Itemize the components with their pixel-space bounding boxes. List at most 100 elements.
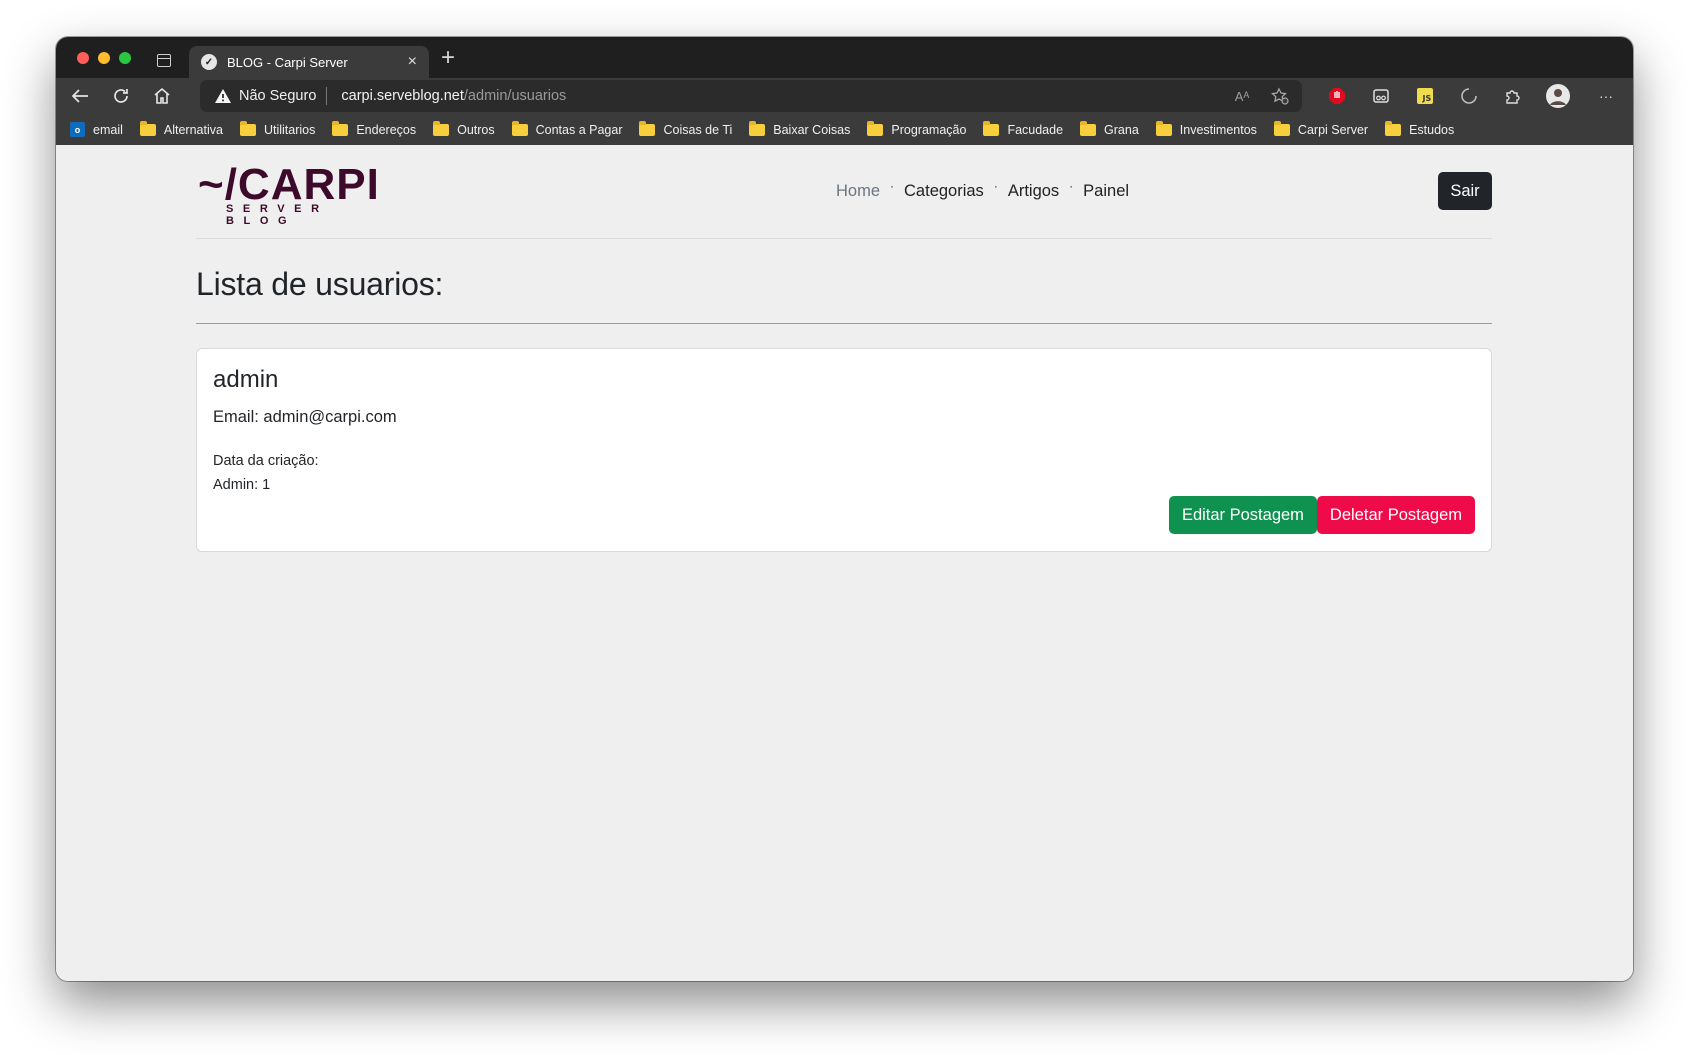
bookmark-label: Estudos — [1409, 122, 1455, 137]
outlook-icon: o — [70, 122, 85, 137]
logo-tagline: SERVER BLOG — [226, 203, 329, 227]
site-header: ~/CARPI SERVER BLOG Home · Categorias · … — [196, 145, 1492, 239]
address-bar[interactable]: Não Seguro carpi.serveblog.net/admin/usu… — [200, 80, 1302, 112]
add-favorite-icon[interactable] — [1270, 86, 1290, 106]
bookmark-folder[interactable]: Investimentos — [1155, 120, 1257, 137]
tab-strip: ✓ BLOG - Carpi Server × + — [56, 37, 1633, 78]
bookmark-folder[interactable]: Facudade — [983, 120, 1064, 137]
bookmark-label: Alternativa — [163, 122, 223, 137]
bookmark-label: Baixar Coisas — [773, 122, 851, 137]
logout-button[interactable]: Sair — [1438, 172, 1492, 210]
bookmark-label: Investimentos — [1179, 122, 1257, 137]
bookmark-label: Coisas de Ti — [663, 122, 733, 137]
bookmark-folder[interactable]: Alternativa — [139, 120, 223, 137]
folder-icon — [983, 120, 1000, 136]
bookmark-label: Endereços — [356, 122, 417, 137]
security-label[interactable]: Não Seguro — [239, 88, 316, 104]
folder-icon — [1080, 120, 1097, 136]
folder-icon — [332, 120, 349, 136]
page-title: Lista de usuarios: — [196, 266, 444, 302]
nav-separator: · — [890, 178, 895, 193]
maximize-window-button[interactable] — [119, 52, 131, 64]
bookmark-folder[interactable]: Carpi Server — [1273, 120, 1369, 137]
folder-icon — [1155, 120, 1172, 136]
site-logo[interactable]: ~/CARPI SERVER BLOG — [198, 160, 388, 228]
tab-actions-icon[interactable] — [157, 54, 171, 67]
edit-button[interactable]: Editar Postagem — [1168, 496, 1317, 534]
page-content: ~/CARPI SERVER BLOG Home · Categorias · … — [56, 145, 1633, 981]
bookmark-folder[interactable]: Grana — [1080, 120, 1139, 137]
nav-categorias-link[interactable]: Categorias — [904, 182, 984, 201]
delete-button[interactable]: Deletar Postagem — [1316, 496, 1475, 534]
logo-wordmark: ~/CARPI — [198, 160, 380, 209]
browser-menu-icon[interactable]: ··· — [1596, 86, 1616, 106]
bookmark-label: Grana — [1104, 122, 1139, 137]
browser-window: ✓ BLOG - Carpi Server × + Não Seguro car… — [56, 37, 1633, 981]
window-controls — [77, 52, 131, 64]
bookmark-folder[interactable]: Contas a Pagar — [511, 120, 622, 137]
url-host: carpi.serveblog.net — [341, 88, 464, 104]
js-extension-icon[interactable]: JS — [1415, 86, 1435, 106]
bookmark-label: Outros — [457, 122, 495, 137]
bookmark-folder[interactable]: Programação — [867, 120, 967, 137]
reader-extension-icon[interactable] — [1371, 86, 1391, 106]
bookmark-folder[interactable]: Outros — [433, 120, 495, 137]
warning-icon — [214, 88, 232, 104]
adblock-extension-icon[interactable] — [1327, 86, 1347, 106]
new-tab-button[interactable]: + — [436, 46, 460, 70]
tab-title: BLOG - Carpi Server — [227, 54, 348, 70]
browser-toolbar: Não Seguro carpi.serveblog.net/admin/usu… — [56, 78, 1633, 114]
bookmark-folder[interactable]: Estudos — [1385, 120, 1455, 137]
user-created-date: Data da criação: — [213, 453, 319, 469]
close-window-button[interactable] — [77, 52, 89, 64]
title-divider — [196, 323, 1492, 324]
user-name: admin — [213, 366, 279, 393]
bookmark-label: Carpi Server — [1297, 122, 1369, 137]
refresh-icon[interactable] — [109, 84, 133, 108]
sync-extension-icon[interactable] — [1459, 86, 1479, 106]
bookmark-email[interactable]: o email — [70, 122, 123, 137]
extensions-puzzle-icon[interactable] — [1503, 86, 1523, 106]
tab-active[interactable]: ✓ BLOG - Carpi Server × — [189, 46, 429, 78]
svg-text:JS: JS — [1422, 94, 1432, 103]
bookmark-folder[interactable]: Endereços — [332, 120, 417, 137]
nav-painel-link[interactable]: Painel — [1083, 182, 1129, 201]
nav-separator: · — [993, 178, 998, 193]
main-nav: Home · Categorias · Artigos · Painel — [836, 178, 1129, 201]
address-bar-actions: Aᴬ — [1232, 86, 1290, 106]
bookmark-label: email — [93, 122, 123, 137]
folder-icon — [1385, 120, 1402, 136]
bookmarks-bar: o email Alternativa Utilitarios Endereço… — [56, 114, 1633, 145]
url-path: /admin/usuarios — [463, 88, 567, 104]
folder-icon — [239, 120, 256, 136]
page-container: ~/CARPI SERVER BLOG Home · Categorias · … — [196, 145, 1492, 552]
tab-close-icon[interactable]: × — [408, 54, 417, 70]
profile-avatar[interactable] — [1546, 84, 1570, 108]
user-email: Email: admin@carpi.com — [213, 408, 397, 426]
folder-icon — [433, 120, 450, 136]
user-meta: Data da criação: Admin: 1 — [213, 449, 1475, 497]
folder-icon — [511, 120, 528, 136]
nav-artigos-link[interactable]: Artigos — [1008, 182, 1059, 201]
bookmark-label: Programação — [891, 122, 967, 137]
nav-home-link[interactable]: Home — [836, 182, 880, 201]
folder-icon — [139, 120, 156, 136]
bookmark-folder[interactable]: Baixar Coisas — [749, 120, 851, 137]
bookmark-folder[interactable]: Coisas de Ti — [639, 120, 733, 137]
read-aloud-icon[interactable]: Aᴬ — [1232, 86, 1252, 106]
home-icon[interactable] — [150, 84, 174, 108]
address-divider — [326, 87, 328, 105]
folder-icon — [639, 120, 656, 136]
user-card: admin Email: admin@carpi.com Data da cri… — [196, 348, 1492, 552]
folder-icon — [1273, 120, 1290, 136]
folder-icon — [749, 120, 766, 136]
bookmark-label: Utilitarios — [263, 122, 316, 137]
nav-separator: · — [1069, 178, 1074, 193]
folder-icon — [867, 120, 884, 136]
bookmark-label: Facudade — [1007, 122, 1064, 137]
bookmark-folder[interactable]: Utilitarios — [239, 120, 316, 137]
back-arrow-icon[interactable] — [68, 84, 92, 108]
user-admin-flag: Admin: 1 — [213, 477, 271, 493]
site-favicon-icon: ✓ — [201, 54, 217, 70]
minimize-window-button[interactable] — [98, 52, 110, 64]
